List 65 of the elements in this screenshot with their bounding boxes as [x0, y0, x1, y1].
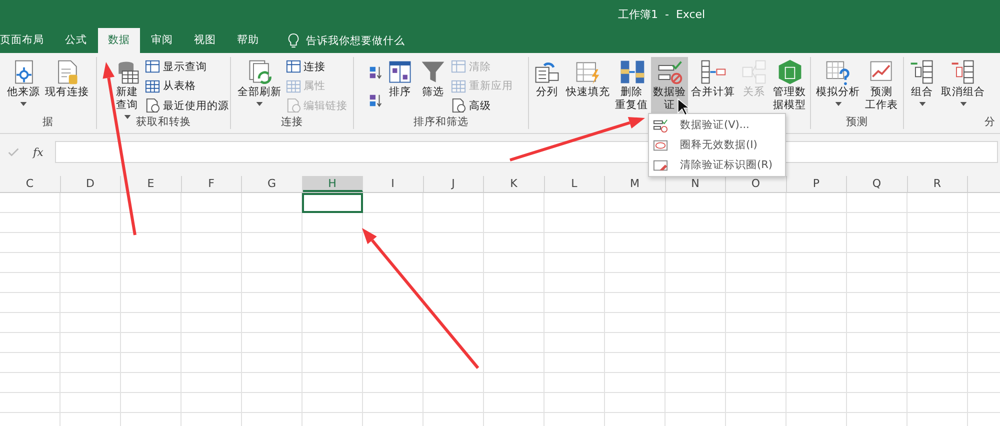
clock-document-icon [145, 98, 160, 113]
validation-check-icon [653, 118, 668, 132]
ribbon-button[interactable]: 管理数 据模型 [771, 57, 808, 112]
eraser-icon [653, 158, 668, 172]
ribbon-button[interactable]: 全部刷新 [236, 57, 284, 106]
ribbon-tab[interactable]: 公式 [55, 28, 97, 53]
table-icon [451, 78, 466, 94]
sort-descending-icon [368, 92, 383, 108]
ribbon-button[interactable]: 最近使用的源 [144, 97, 230, 114]
lightbulb-icon [286, 33, 301, 48]
column-header[interactable]: K [484, 176, 544, 192]
column-header[interactable]: H [302, 176, 363, 192]
ribbon-button[interactable]: 筛选 [417, 57, 449, 99]
ribbon-button[interactable]: 模拟分析 [814, 57, 862, 106]
table-icon [145, 59, 160, 74]
ribbon-button[interactable]: 快速填充 [564, 57, 612, 99]
column-header[interactable]: Q [847, 176, 908, 192]
group-label: 获取和转换 [135, 115, 192, 129]
table-icon [145, 78, 160, 94]
table-icon [451, 59, 466, 74]
ribbon-button[interactable]: 高级 [450, 97, 514, 114]
menu-item[interactable]: 圈释无效数据(I) [649, 135, 785, 155]
sort-ascending-icon [368, 64, 383, 80]
column-header[interactable]: E [121, 176, 182, 192]
column-header[interactable]: D [60, 176, 121, 192]
column-header[interactable]: R [908, 176, 968, 192]
ribbon-tab[interactable]: 数据 [98, 28, 140, 53]
column-header[interactable]: F [182, 176, 242, 192]
group-label: 据 [42, 115, 54, 129]
insert-function-button[interactable]: fx [33, 146, 44, 158]
menu-item[interactable]: 清除验证标识圈(R) [649, 155, 785, 175]
ribbon-tab[interactable]: 视图 [184, 28, 226, 53]
column-header[interactable]: C [0, 176, 60, 192]
group-label: 连接 [280, 115, 304, 129]
selected-cell[interactable] [302, 193, 362, 213]
clock-document-icon [451, 98, 466, 113]
group-label: 预测 [845, 115, 869, 129]
group-label: 排序和筛选 [412, 115, 470, 129]
table-icon [286, 59, 300, 74]
merge-arrow-icon [699, 58, 727, 86]
ribbon-tab[interactable]: 帮助 [227, 28, 269, 53]
window-title: 工作簿1 - Excel [617, 6, 706, 22]
table-icon [286, 78, 300, 94]
group-label: 分 [984, 115, 996, 129]
ribbon-button[interactable]: 预测 工作表 [863, 57, 900, 112]
ribbon-button[interactable]: 分列 [531, 57, 563, 99]
ribbon-button[interactable]: 删除 重复值 [613, 57, 650, 112]
ribbon-button[interactable]: 他来源 [5, 57, 42, 106]
ribbon-button[interactable]: 取消组合 [939, 57, 987, 106]
ribbon-button[interactable]: 合并计算 [689, 57, 737, 99]
ribbon-tab[interactable]: 审阅 [141, 28, 183, 53]
column-header[interactable]: I [363, 176, 424, 192]
ribbon-button[interactable]: 现有连接 [43, 57, 91, 99]
ribbon-button[interactable]: 从表格 [144, 78, 230, 94]
clock-document-icon [286, 98, 300, 113]
tell-me-field[interactable]: 告诉我你想要做什么 [306, 34, 405, 48]
ribbon-button[interactable]: 排序 [384, 57, 416, 99]
ribbon-button[interactable]: 显示查询 [144, 58, 230, 75]
column-header[interactable]: J [424, 176, 484, 192]
column-header[interactable]: L [544, 176, 605, 192]
relationship-icon [740, 58, 768, 86]
ribbon-tab[interactable]: 页面布局 [0, 28, 54, 53]
ribbon-button[interactable]: 组合 [906, 57, 938, 106]
column-header[interactable]: P [786, 176, 847, 192]
ribbon-button[interactable]: 连接 [284, 58, 348, 75]
